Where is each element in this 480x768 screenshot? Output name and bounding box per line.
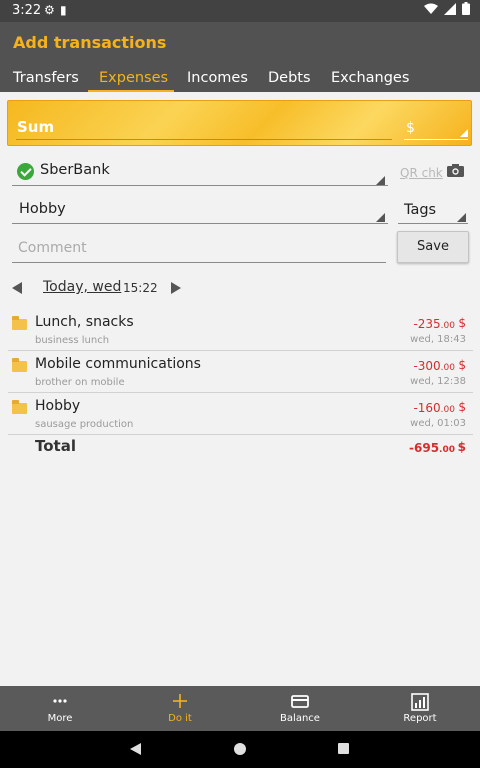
account-dropdown-icon [376, 176, 385, 185]
transaction-amount-decimals: .00 [440, 363, 455, 373]
currency-dropdown-icon [460, 129, 468, 137]
transaction-amount-decimals: .00 [440, 321, 455, 331]
signal-icon [444, 2, 456, 15]
folder-icon [12, 400, 27, 414]
total-amount-decimals: .00 [439, 445, 455, 455]
more-icon [53, 699, 67, 703]
qr-check-link[interactable]: QR chk [400, 166, 443, 180]
transaction-name: Mobile communications [35, 356, 201, 372]
comment-underline [12, 262, 386, 263]
date-selector[interactable]: Today, wed [43, 279, 121, 295]
camera-icon[interactable] [447, 164, 464, 177]
sum-underline [16, 139, 392, 140]
previous-day-arrow-icon[interactable] [12, 282, 22, 294]
row-divider [8, 434, 473, 435]
transaction-date: wed, 01:03 [410, 418, 466, 429]
total-amount-value: -695 [409, 441, 440, 455]
nav-balance[interactable]: Balance [240, 686, 360, 731]
category-underline [12, 223, 388, 224]
time-selector[interactable]: 15:22 [123, 281, 158, 295]
transaction-note: business lunch [35, 335, 110, 346]
transaction-currency: $ [458, 400, 466, 414]
currency-selector[interactable]: $ [406, 120, 415, 136]
tab-debts[interactable]: Debts [268, 70, 311, 92]
tab-incomes[interactable]: Incomes [187, 70, 248, 92]
account-selector[interactable]: SberBank [40, 162, 110, 178]
total-amount: -695.00 [409, 441, 455, 455]
transaction-amount-decimals: .00 [440, 405, 455, 415]
sum-label: Sum [17, 118, 55, 136]
back-icon[interactable] [130, 743, 141, 755]
row-divider [8, 350, 473, 351]
transaction-row[interactable]: Lunch, snacks business lunch -235.00 $ w… [0, 311, 480, 353]
category-selector[interactable]: Hobby [19, 201, 66, 217]
tags-dropdown-icon [457, 213, 466, 222]
next-day-arrow-icon[interactable] [171, 282, 181, 294]
transaction-currency: $ [458, 316, 466, 330]
nav-more[interactable]: More [0, 686, 120, 731]
comment-input[interactable]: Comment [18, 240, 87, 256]
plus-icon [173, 694, 187, 708]
currency-underline [404, 139, 468, 140]
nav-more-label: More [47, 713, 73, 724]
transaction-name: Hobby [35, 398, 81, 414]
transaction-amount: -160.00 [413, 401, 455, 415]
nav-do-it-label: Do it [168, 713, 192, 724]
wifi-icon [424, 3, 438, 14]
battery-icon [462, 2, 470, 15]
bottom-nav: More Do it Balance Report [0, 686, 480, 731]
transaction-note: sausage production [35, 419, 134, 430]
save-button[interactable]: Save [397, 231, 469, 263]
transaction-date: wed, 18:43 [410, 334, 466, 345]
status-bar: 3:22 ⚙ ▮ [0, 0, 480, 22]
nav-report[interactable]: Report [360, 686, 480, 731]
home-icon[interactable] [234, 743, 246, 755]
total-currency: $ [457, 440, 466, 454]
sberbank-logo-icon [17, 163, 34, 180]
account-underline [12, 185, 388, 186]
status-time: 3:22 [12, 3, 42, 18]
tags-selector[interactable]: Tags [404, 202, 436, 218]
wallet-icon [291, 695, 309, 708]
category-dropdown-icon [376, 213, 385, 222]
transaction-amount-value: -160 [413, 401, 441, 415]
transaction-currency: $ [458, 358, 466, 372]
transaction-row[interactable]: Mobile communications brother on mobile … [0, 353, 480, 395]
app-bar: Add transactions Transfers Expenses Inco… [0, 22, 480, 92]
transaction-amount: -300.00 [413, 359, 455, 373]
active-tab-indicator [88, 90, 174, 92]
tab-transfers[interactable]: Transfers [13, 70, 79, 92]
nav-balance-label: Balance [280, 713, 320, 724]
transaction-date: wed, 12:38 [410, 376, 466, 387]
transaction-amount: -235.00 [413, 317, 455, 331]
transaction-amount-value: -235 [413, 317, 441, 331]
tab-bar: Transfers Expenses Incomes Debts Exchang… [0, 66, 480, 92]
transaction-name: Lunch, snacks [35, 314, 134, 330]
system-nav-bar [0, 731, 480, 768]
folder-icon [12, 316, 27, 330]
recent-apps-icon[interactable] [338, 743, 349, 754]
transaction-note: brother on mobile [35, 377, 125, 388]
folder-icon [12, 358, 27, 372]
nav-report-label: Report [403, 713, 437, 724]
page-title: Add transactions [13, 33, 167, 52]
chart-icon [411, 693, 429, 711]
tags-underline [398, 223, 468, 224]
sd-card-icon: ▮ [60, 3, 67, 17]
settings-gear-icon: ⚙ [44, 3, 55, 17]
nav-do-it[interactable]: Do it [120, 686, 240, 731]
tab-expenses[interactable]: Expenses [99, 70, 168, 92]
total-label: Total [35, 437, 76, 455]
row-divider [8, 392, 473, 393]
tab-exchanges[interactable]: Exchanges [331, 70, 409, 92]
sum-input[interactable]: Sum $ [7, 100, 472, 146]
transaction-row[interactable]: Hobby sausage production -160.00 $ wed, … [0, 395, 480, 437]
transaction-amount-value: -300 [413, 359, 441, 373]
